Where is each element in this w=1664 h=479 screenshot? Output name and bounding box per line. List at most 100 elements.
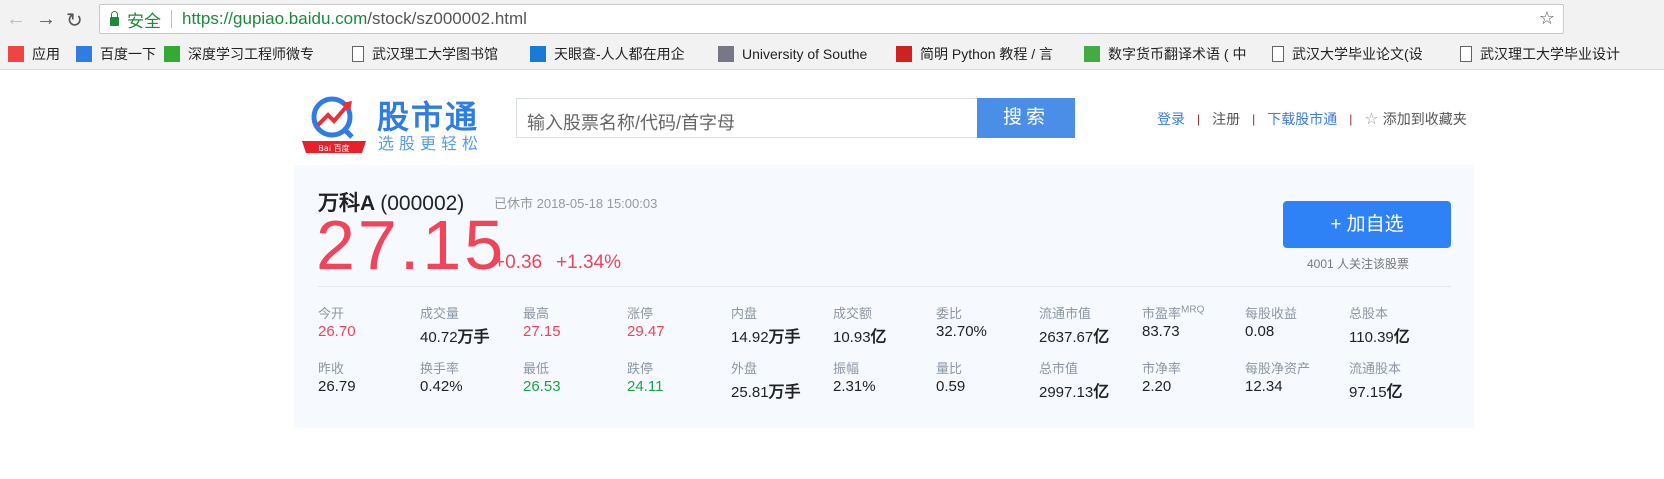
bookmark-star-icon[interactable]: ☆ xyxy=(1539,8,1555,29)
stat-value-number: 25.81 xyxy=(731,384,769,401)
stat-value: 10.93亿 xyxy=(833,323,933,347)
stat-value-number: 26.79 xyxy=(318,378,356,395)
stat-label: 流通市值 xyxy=(1039,303,1139,321)
stat-label-text: 内盘 xyxy=(731,306,758,321)
stat-value: 0.42% xyxy=(420,378,520,395)
stat-label: 内盘 xyxy=(731,303,831,321)
stat-value: 32.70% xyxy=(936,323,1036,340)
bookmark-item[interactable]: 数字货币翻译术语 ( 中 xyxy=(1084,44,1264,64)
current-price: 27.15 xyxy=(316,206,507,284)
divider xyxy=(171,10,172,28)
stat-value: 97.15亿 xyxy=(1349,378,1449,402)
stat-label-text: 流通市值 xyxy=(1039,306,1092,321)
bookmark-item[interactable]: 深度学习工程师微专 xyxy=(164,44,344,64)
bookmark-label: 武汉大学毕业论文(设 xyxy=(1292,45,1423,62)
stat-value-number: 97.15 xyxy=(1349,384,1387,401)
stat-label-text: 涨停 xyxy=(627,306,654,321)
download-link[interactable]: 下载股市通 xyxy=(1267,109,1337,129)
bookmark-item[interactable]: 武汉理工大学毕业设计 xyxy=(1460,44,1630,64)
stat-label-text: 换手率 xyxy=(420,361,460,376)
stat-value-number: 83.73 xyxy=(1142,323,1180,340)
stat-label-text: 跌停 xyxy=(627,361,654,376)
stat-item: 最高 27.15 xyxy=(523,303,623,340)
login-link[interactable]: 登录 xyxy=(1157,109,1185,129)
stat-label: 市净率 xyxy=(1142,358,1242,376)
divider: | xyxy=(1349,112,1353,126)
stat-unit: 亿 xyxy=(1093,329,1110,346)
browser-toolbar: ← → ↻ 安全 https://gupiao.baidu.com/stock/… xyxy=(0,0,1664,38)
search-input[interactable]: 输入股票名称/代码/首字母 xyxy=(516,98,978,138)
stat-item: 委比 32.70% xyxy=(936,303,1036,340)
bookmark-item[interactable]: 百度一下 xyxy=(76,44,156,64)
logo-icon[interactable]: Bai 百度 xyxy=(300,93,368,155)
stat-value-number: 0.59 xyxy=(936,378,966,395)
forward-icon[interactable]: → xyxy=(36,8,56,31)
bookmark-label: 数字货币翻译术语 ( 中 xyxy=(1108,45,1247,62)
bookmark-item[interactable]: University of Southe xyxy=(718,45,888,62)
favicon-icon xyxy=(164,45,180,62)
stat-label-text: 总市值 xyxy=(1039,361,1079,376)
stat-label-text: 总股本 xyxy=(1349,306,1389,321)
page-icon xyxy=(1460,45,1472,62)
stat-item: 外盘 25.81万手 xyxy=(731,358,831,402)
stat-value-number: 2637.67 xyxy=(1039,329,1094,346)
stat-label: 委比 xyxy=(936,303,1036,321)
add-favorite-link[interactable]: 添加到收藏夹 xyxy=(1383,109,1467,129)
stat-item: 换手率 0.42% xyxy=(420,358,520,395)
stat-label: 每股净资产 xyxy=(1245,358,1345,376)
url-path: /stock/sz000002.html xyxy=(367,9,527,28)
stat-value: 24.11 xyxy=(627,378,727,395)
logo-subtitle: 选股更轻松 xyxy=(378,136,484,153)
favicon-icon xyxy=(896,45,912,62)
stat-value: 26.79 xyxy=(318,378,418,395)
bookmark-label: 百度一下 xyxy=(100,45,156,62)
stat-unit: 万手 xyxy=(768,384,801,401)
stat-value: 2.20 xyxy=(1142,378,1242,395)
stat-label: 每股收益 xyxy=(1245,303,1345,321)
stat-label: 今开 xyxy=(318,303,418,321)
stat-label: 量比 xyxy=(936,358,1036,376)
stat-value-number: 0.08 xyxy=(1245,323,1275,340)
stat-value: 12.34 xyxy=(1245,378,1345,395)
stat-item: 每股收益 0.08 xyxy=(1245,303,1345,340)
stat-value-number: 0.42% xyxy=(420,378,463,395)
favicon-icon xyxy=(530,45,546,62)
bookmark-item[interactable]: 应用 xyxy=(8,44,68,64)
search-button[interactable]: 搜索 xyxy=(977,98,1075,138)
bookmarks-bar: 应用 百度一下 深度学习工程师微专 武汉理工大学图书馆 天眼查-人人都在用企 Univer… xyxy=(0,38,1664,70)
stat-item: 流通市值 2637.67亿 xyxy=(1039,303,1139,347)
stat-item: 跌停 24.11 xyxy=(627,358,727,395)
stat-label-text: 每股净资产 xyxy=(1245,361,1311,376)
stat-unit: 亿 xyxy=(1386,384,1403,401)
bookmark-item[interactable]: 天眼查-人人都在用企 xyxy=(530,44,710,64)
stat-label-text: 每股收益 xyxy=(1245,306,1298,321)
bookmark-item[interactable]: 简明 Python 教程 / 言 xyxy=(896,44,1076,64)
address-bar[interactable]: 安全 https://gupiao.baidu.com/stock/sz0000… xyxy=(99,4,1564,34)
stat-value: 2997.13亿 xyxy=(1039,378,1139,402)
stat-item: 成交额 10.93亿 xyxy=(833,303,933,347)
stat-label: 市盈率MRQ xyxy=(1142,303,1242,321)
stat-value: 26.53 xyxy=(523,378,623,395)
stat-value-number: 24.11 xyxy=(627,378,664,395)
stat-item: 市盈率MRQ 83.73 xyxy=(1142,303,1242,340)
stat-label: 跌停 xyxy=(627,358,727,376)
stat-label: 总市值 xyxy=(1039,358,1139,376)
back-icon[interactable]: ← xyxy=(6,8,26,31)
stat-label-text: 成交额 xyxy=(833,306,873,321)
stat-value-number: 32.70% xyxy=(936,323,987,340)
change-percent: +1.34% xyxy=(556,252,622,273)
add-watchlist-button[interactable]: + 加自选 xyxy=(1283,201,1451,248)
page-icon xyxy=(352,45,364,62)
bookmark-label: 应用 xyxy=(32,45,60,62)
stat-item: 流通股本 97.15亿 xyxy=(1349,358,1449,402)
divider: | xyxy=(1252,112,1256,126)
star-icon: ☆ xyxy=(1364,111,1379,128)
stat-value-number: 110.39 xyxy=(1349,329,1394,346)
bookmark-item[interactable]: 武汉理工大学图书馆 xyxy=(352,44,522,64)
reload-icon[interactable]: ↻ xyxy=(66,8,83,33)
register-link[interactable]: 注册 xyxy=(1212,109,1240,129)
stat-label-text: 市净率 xyxy=(1142,361,1182,376)
bookmark-item[interactable]: 武汉大学毕业论文(设 xyxy=(1272,44,1452,64)
stat-unit: 万手 xyxy=(768,329,801,346)
stat-value: 2637.67亿 xyxy=(1039,323,1139,347)
